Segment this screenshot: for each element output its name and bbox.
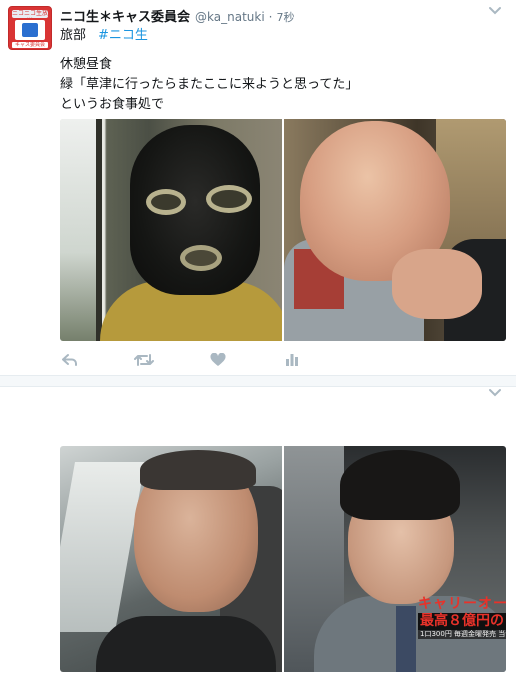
tweet: ニコニコ生放送 キャス委員会 ニコ生＊キャス委員会 @ka_natuki · 7… — [0, 0, 516, 375]
retweet-icon[interactable] — [134, 352, 154, 368]
analytics-icon[interactable] — [282, 352, 302, 368]
tweet-line: 休憩昼食 — [60, 57, 113, 72]
tweet-text: 休憩昼食 緑「草津に行ったらまたここに来ようと思ってた」 というお食事処で — [60, 55, 358, 115]
chevron-down-icon[interactable] — [488, 388, 502, 398]
tweet-separator — [0, 375, 516, 387]
tweet-header: ニコ生＊キャス委員会 @ka_natuki · 7秒 — [60, 6, 295, 25]
avatar-top-text: ニコニコ生放送 — [12, 10, 48, 18]
ad-caption-line: 最高８億円の — [418, 613, 506, 630]
sub-label: 旅部 — [60, 28, 87, 43]
separator-dot: · — [268, 10, 273, 24]
photo-man-eating[interactable] — [284, 119, 506, 341]
photo-older-man-car[interactable] — [60, 446, 282, 672]
tweet-line: 緑「草津に行ったらまたここに来ようと思ってた」 — [60, 77, 359, 92]
user-handle[interactable]: @ka_natuki — [195, 10, 265, 24]
chevron-down-icon[interactable] — [488, 6, 502, 16]
avatar-bottom-text: キャス委員会 — [12, 42, 48, 48]
avatar-logo — [15, 20, 45, 40]
timestamp[interactable]: 7秒 — [277, 9, 295, 25]
display-name[interactable]: ニコ生＊キャス委員会 — [60, 6, 190, 25]
ad-caption: キャリーオー 最高８億円の 1口300円 毎週金曜発売 当せん金額は発売額と当せ… — [418, 596, 506, 639]
hashtag-link[interactable]: #ニコ生 — [98, 24, 148, 43]
reply-icon[interactable] — [60, 352, 80, 368]
avatar[interactable]: ニコニコ生放送 キャス委員会 — [8, 6, 52, 50]
tweet-media — [60, 119, 506, 341]
ad-caption-fineprint: 1口300円 毎週金曜発売 当せん金額は発売額と当せん — [418, 630, 506, 639]
tweet-subline: 旅部 #ニコ生 — [60, 24, 148, 43]
tweet-line: というお食事処で — [60, 97, 165, 112]
second-tweet-media: キャリーオー 最高８億円の 1口300円 毎週金曜発売 当せん金額は発売額と当せ… — [60, 446, 506, 672]
like-heart-icon[interactable] — [208, 352, 228, 368]
ad-caption-line: キャリーオー — [418, 596, 506, 612]
tweet-actions — [60, 351, 356, 369]
photo-masked-man[interactable] — [60, 119, 282, 341]
photo-young-man-car[interactable]: キャリーオー 最高８億円の 1口300円 毎週金曜発売 当せん金額は発売額と当せ… — [284, 446, 506, 672]
